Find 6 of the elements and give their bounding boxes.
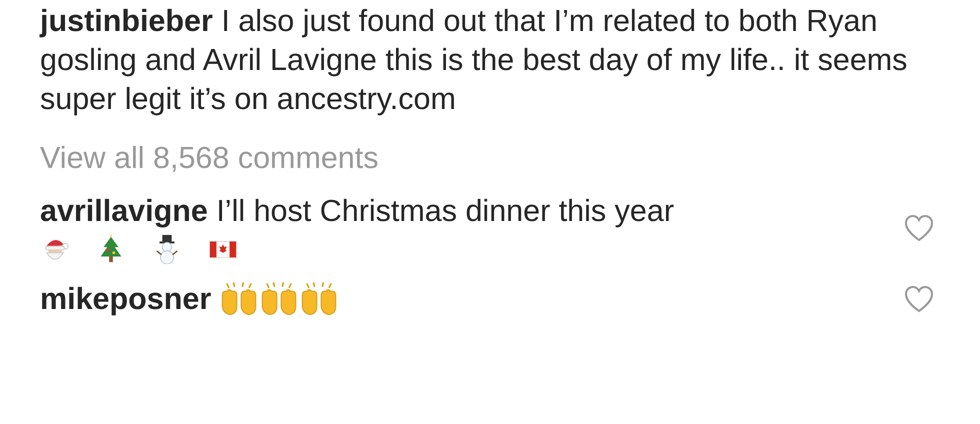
view-all-comments-link[interactable]: View all 8,568 comments [40, 141, 378, 176]
comment-text: mikeposner [40, 281, 212, 318]
comment-text: avrillavigne I’ll host Christmas dinner this year [40, 193, 674, 230]
caption-text: justinbieber I also just found out that I’m related to both Ryan gosling and Avril Lavigne this is the best day of my life.. it seems super legit it’s on ancestry.com [40, 3, 908, 118]
heart-icon[interactable] [904, 214, 934, 242]
heart-icon[interactable] [904, 285, 934, 313]
